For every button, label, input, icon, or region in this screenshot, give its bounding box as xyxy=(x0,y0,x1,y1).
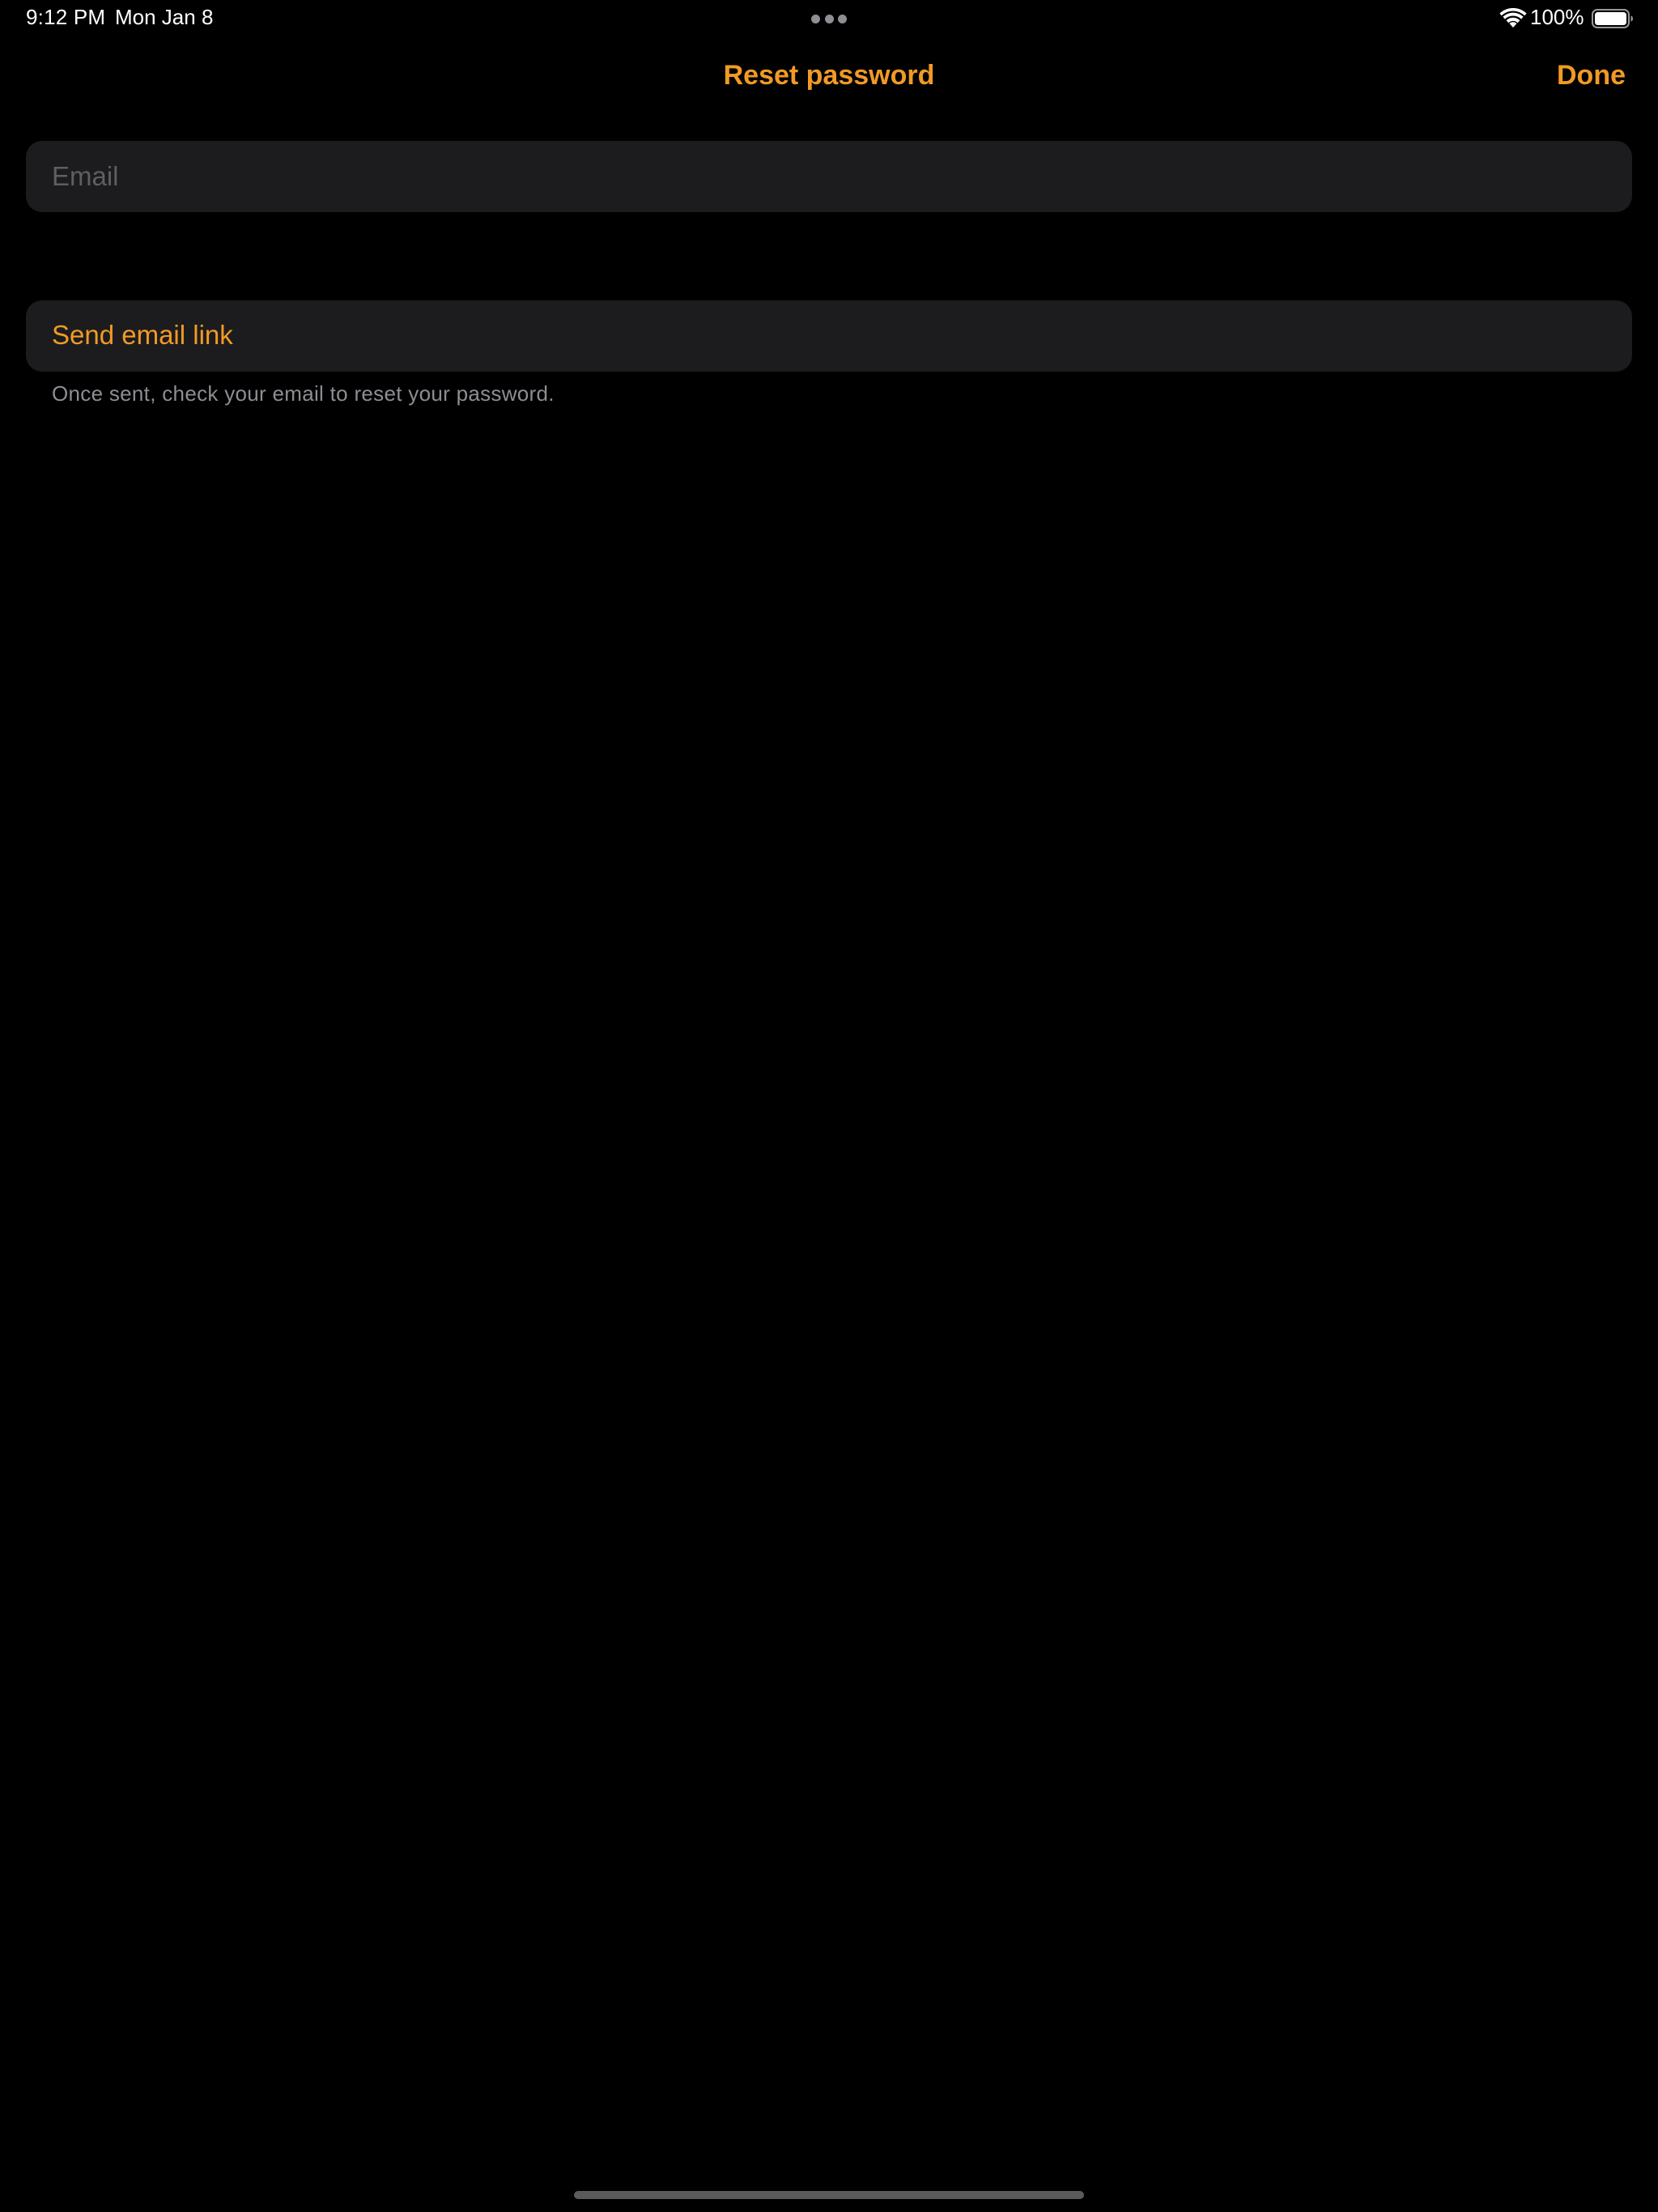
page-title: Reset password xyxy=(723,60,935,91)
wifi-icon xyxy=(1499,8,1527,28)
email-field[interactable] xyxy=(52,141,1606,212)
home-indicator[interactable] xyxy=(574,2191,1084,2199)
status-date: Mon Jan 8 xyxy=(115,5,214,29)
email-field-cell[interactable] xyxy=(26,141,1632,212)
battery-icon xyxy=(1592,9,1633,28)
battery-percent: 100% xyxy=(1530,5,1584,29)
footer-note: Once sent, check your email to reset you… xyxy=(52,381,555,406)
status-bar: 9:12 PM Mon Jan 8 100% xyxy=(0,0,1658,39)
status-time: 9:12 PM xyxy=(26,5,106,29)
done-button[interactable]: Done xyxy=(1557,60,1626,91)
send-email-link-button[interactable]: Send email link xyxy=(26,300,1632,372)
send-email-link-label: Send email link xyxy=(52,320,233,350)
multitasking-dots-icon[interactable] xyxy=(811,15,847,24)
